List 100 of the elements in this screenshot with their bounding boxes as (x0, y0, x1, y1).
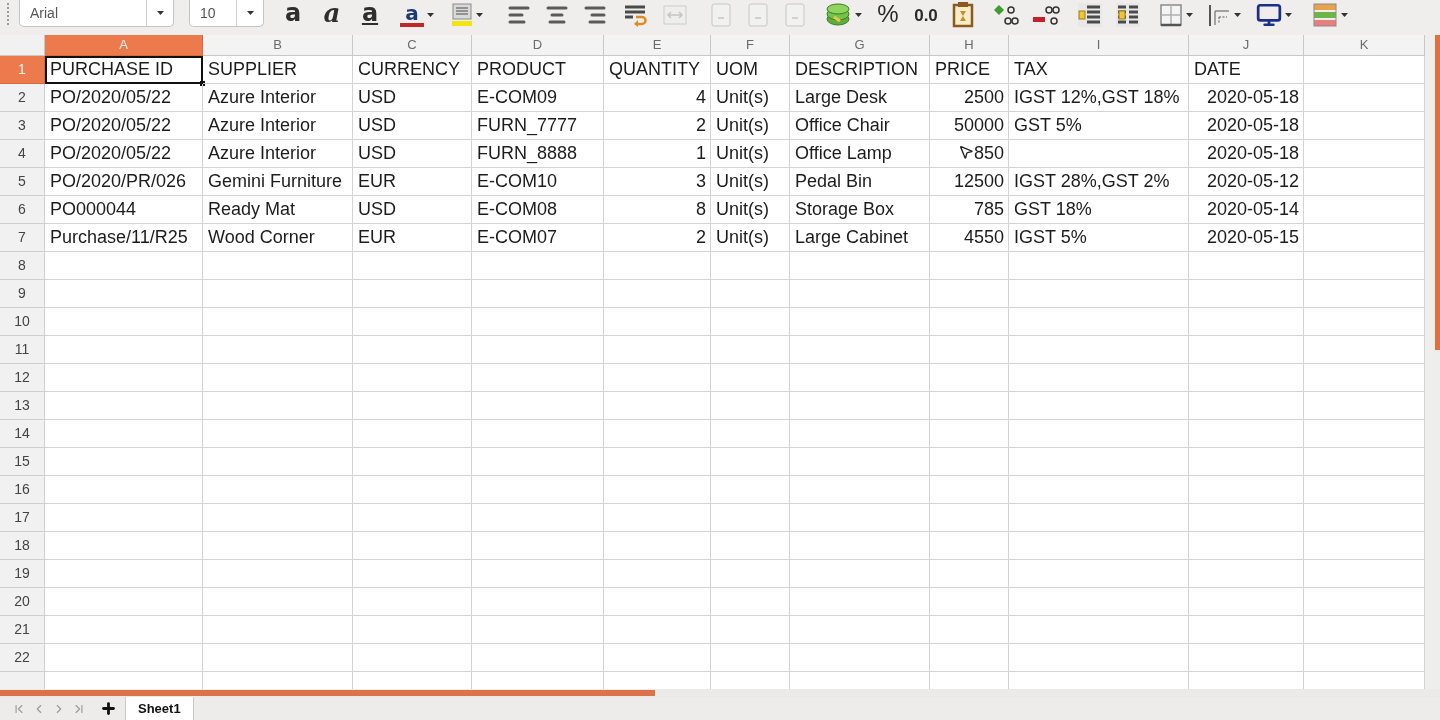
scrollbar-thumb[interactable] (0, 690, 655, 696)
empty-cell[interactable] (472, 392, 604, 420)
column-header[interactable]: I (1009, 35, 1189, 56)
spreadsheet-cell[interactable]: Unit(s) (711, 168, 790, 196)
empty-cell[interactable] (1009, 588, 1189, 616)
empty-cell[interactable] (604, 420, 711, 448)
spreadsheet-cell[interactable]: E-COM07 (472, 224, 604, 252)
scrollbar-thumb[interactable] (1435, 35, 1440, 350)
spreadsheet-cell[interactable]: GST 5% (1009, 112, 1189, 140)
fill-handle-icon[interactable] (200, 81, 205, 86)
empty-cell[interactable] (1009, 140, 1189, 168)
empty-cell[interactable] (1189, 616, 1304, 644)
row-header[interactable]: 11 (0, 336, 45, 364)
spreadsheet-cell[interactable]: E-COM08 (472, 196, 604, 224)
percent-format-button[interactable]: % (871, 0, 905, 30)
empty-cell[interactable] (930, 252, 1009, 280)
spreadsheet-cell[interactable]: FURN_8888 (472, 140, 604, 168)
spreadsheet-cell[interactable]: 1 (604, 140, 711, 168)
empty-cell[interactable] (711, 588, 790, 616)
spreadsheet-cell[interactable]: USD (353, 84, 472, 112)
spreadsheet-cell[interactable]: Pedal Bin (790, 168, 930, 196)
empty-cell[interactable] (472, 560, 604, 588)
spreadsheet-cell[interactable]: USD (353, 112, 472, 140)
empty-cell[interactable] (604, 308, 711, 336)
empty-cell[interactable] (604, 392, 711, 420)
empty-cell[interactable] (353, 308, 472, 336)
empty-cell[interactable] (203, 392, 353, 420)
empty-cell[interactable] (353, 588, 472, 616)
spreadsheet-cell[interactable]: 2020-05-18 (1189, 112, 1304, 140)
empty-cell[interactable] (472, 364, 604, 392)
empty-cell[interactable] (1009, 392, 1189, 420)
column-header[interactable]: B (203, 35, 353, 56)
spreadsheet-cell[interactable]: Office Lamp (790, 140, 930, 168)
font-size-combobox[interactable]: 10 (189, 0, 264, 27)
row-header[interactable]: 3 (0, 112, 45, 140)
spreadsheet-cell[interactable]: PRICE (930, 56, 1009, 84)
empty-cell[interactable] (203, 420, 353, 448)
empty-cell[interactable] (1009, 448, 1189, 476)
empty-cell[interactable] (930, 280, 1009, 308)
empty-cell[interactable] (353, 560, 472, 588)
empty-cell[interactable] (353, 252, 472, 280)
empty-cell[interactable] (790, 588, 930, 616)
font-color-button[interactable]: a (395, 0, 439, 30)
spreadsheet-cell[interactable]: Azure Interior (203, 84, 353, 112)
empty-cell[interactable] (1189, 448, 1304, 476)
spreadsheet-cell[interactable]: Gemini Furniture (203, 168, 353, 196)
empty-cell[interactable] (711, 616, 790, 644)
empty-cell[interactable] (604, 364, 711, 392)
empty-cell[interactable] (930, 560, 1009, 588)
row-header[interactable]: 14 (0, 420, 45, 448)
spreadsheet-cell[interactable]: Unit(s) (711, 140, 790, 168)
spreadsheet-cell[interactable]: PURCHASE ID (45, 56, 203, 84)
empty-cell[interactable] (711, 420, 790, 448)
empty-cell[interactable] (353, 476, 472, 504)
spreadsheet-cell[interactable]: FURN_7777 (472, 112, 604, 140)
column-header[interactable]: G (790, 35, 930, 56)
spreadsheet-cell[interactable]: Storage Box (790, 196, 930, 224)
empty-cell[interactable] (930, 532, 1009, 560)
row-header[interactable]: 4 (0, 140, 45, 168)
spreadsheet-cell[interactable]: 4550 (930, 224, 1009, 252)
empty-cell[interactable] (1189, 420, 1304, 448)
column-header[interactable]: C (353, 35, 472, 56)
row-header[interactable]: 17 (0, 504, 45, 532)
empty-cell[interactable] (930, 644, 1009, 672)
empty-cell[interactable] (353, 644, 472, 672)
spreadsheet-cell[interactable]: DATE (1189, 56, 1304, 84)
empty-cell[interactable] (790, 560, 930, 588)
spreadsheet-cell[interactable]: PO/2020/05/22 (45, 84, 203, 112)
empty-cell[interactable] (930, 308, 1009, 336)
spreadsheet-cell[interactable]: E-COM09 (472, 84, 604, 112)
spreadsheet-cell[interactable]: 4 (604, 84, 711, 112)
empty-cell[interactable] (790, 252, 930, 280)
spreadsheet-cell[interactable]: SUPPLIER (203, 56, 353, 84)
empty-cell[interactable] (711, 392, 790, 420)
empty-cell[interactable] (790, 280, 930, 308)
select-all-corner[interactable] (0, 35, 45, 56)
bold-button[interactable]: a (276, 0, 310, 30)
empty-cell[interactable] (1189, 308, 1304, 336)
empty-cell[interactable] (472, 308, 604, 336)
empty-cell[interactable] (1009, 364, 1189, 392)
spreadsheet-cell[interactable]: USD (353, 140, 472, 168)
spreadsheet-cell[interactable]: 8 (604, 196, 711, 224)
spreadsheet-cell[interactable]: DESCRIPTION (790, 56, 930, 84)
row-header[interactable] (0, 672, 45, 689)
row-header[interactable]: 7 (0, 224, 45, 252)
add-sheet-icon[interactable] (100, 700, 117, 717)
empty-cell[interactable] (1189, 560, 1304, 588)
empty-cell[interactable] (203, 560, 353, 588)
empty-cell[interactable] (353, 616, 472, 644)
empty-cell[interactable] (711, 252, 790, 280)
empty-cell[interactable] (472, 448, 604, 476)
empty-cell[interactable] (203, 476, 353, 504)
row-header[interactable]: 6 (0, 196, 45, 224)
row-header[interactable]: 22 (0, 644, 45, 672)
empty-cell[interactable] (353, 448, 472, 476)
empty-cell[interactable] (604, 532, 711, 560)
empty-cell[interactable] (1009, 280, 1189, 308)
empty-cell[interactable] (1189, 280, 1304, 308)
empty-cell[interactable] (790, 532, 930, 560)
empty-cell[interactable] (203, 336, 353, 364)
